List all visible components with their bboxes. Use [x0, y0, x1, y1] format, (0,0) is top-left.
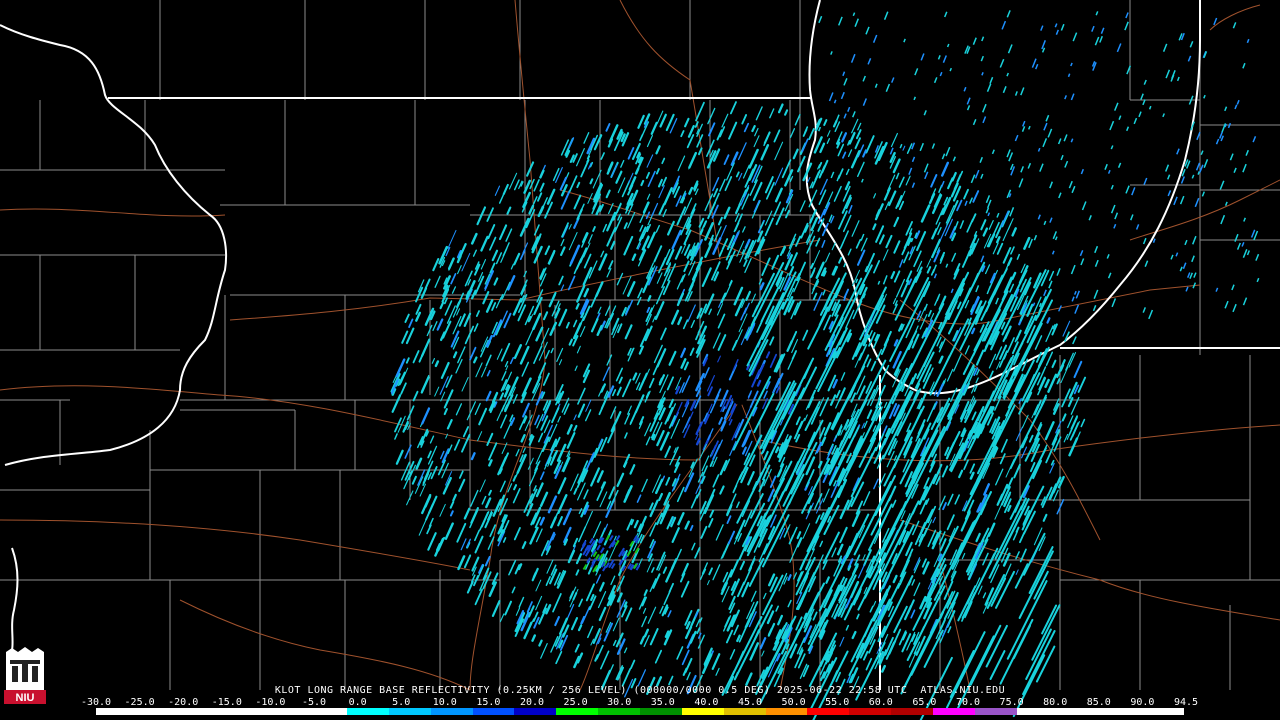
reflectivity-colorbar — [96, 708, 1184, 715]
colorbar-segment — [1016, 708, 1059, 715]
colorbar-segment — [598, 708, 640, 715]
colorbar-segment — [639, 708, 682, 715]
colorbar-segment — [137, 708, 180, 715]
colorbar-segment — [179, 708, 222, 715]
colorbar-segment — [263, 708, 306, 715]
colorbar-segment — [556, 708, 599, 715]
colorbar-segment — [1100, 708, 1143, 715]
colorbar-segment — [849, 708, 892, 715]
colorbar-segment — [347, 708, 389, 715]
colorbar-segment — [221, 708, 264, 715]
colorbar-segment — [932, 708, 975, 715]
colorbar-segment — [723, 708, 766, 715]
colorbar-segment — [681, 708, 724, 715]
colorbar-segment — [1058, 708, 1101, 715]
colorbar-segment — [974, 708, 1017, 715]
colorbar-segment — [765, 708, 808, 715]
colorbar-segment — [514, 708, 557, 715]
colorbar-segment — [807, 708, 850, 715]
radar-map — [0, 0, 1280, 720]
colorbar-segment — [891, 708, 933, 715]
radar-site-marker — [733, 391, 747, 405]
colorbar-segment — [430, 708, 473, 715]
colorbar-segment — [96, 708, 138, 715]
product-caption: KLOT LONG RANGE BASE REFLECTIVITY (0.25K… — [274, 685, 1006, 696]
colorbar-segment — [1142, 708, 1184, 715]
colorbar-segment — [305, 708, 348, 715]
colorbar-segment — [472, 708, 515, 715]
colorbar-segment — [388, 708, 431, 715]
